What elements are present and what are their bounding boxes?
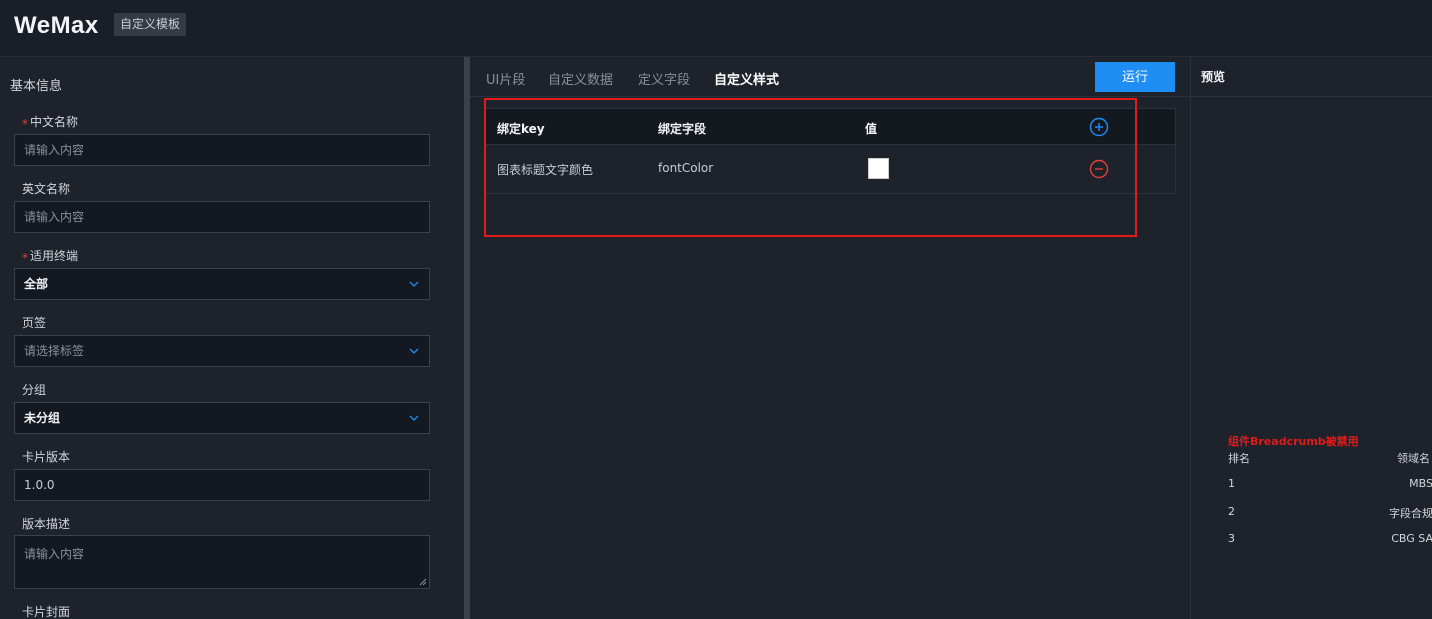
page-tag-label: 页签 [22, 316, 47, 330]
table-row: 图表标题文字颜色 fontColor [484, 145, 1176, 194]
remove-circle-icon[interactable] [1089, 159, 1109, 179]
preview-title: 预览 [1201, 70, 1226, 84]
desc-textarea[interactable]: 请输入内容 [14, 535, 430, 589]
cn-name-label: * 中文名称 [22, 115, 79, 131]
chevron-down-icon [409, 415, 419, 421]
tab-define-fields[interactable]: 定义字段 [638, 69, 690, 88]
version-input[interactable]: 1.0.0 [14, 469, 430, 501]
group-select[interactable]: 未分组 [14, 402, 430, 434]
tab-custom-data[interactable]: 自定义数据 [548, 69, 613, 88]
style-table: 绑定key 绑定字段 值 图表标题文字颜色 fontColor [484, 108, 1176, 194]
run-button[interactable]: 运行 [1095, 62, 1175, 92]
preview-rank: 1 [1228, 477, 1235, 490]
version-label: 卡片版本 [22, 450, 71, 464]
col-bind-key: 绑定key [497, 122, 545, 136]
required-mark: * [22, 251, 28, 265]
add-circle-icon[interactable] [1089, 117, 1109, 137]
required-mark: * [22, 117, 28, 131]
section-title: 基本信息 [10, 79, 63, 94]
group-label: 分组 [22, 383, 47, 397]
en-name-input[interactable]: 请输入内容 [14, 201, 430, 233]
preview-rank: 3 [1228, 532, 1235, 545]
tab-ui-fragment[interactable]: UI片段 [486, 69, 525, 88]
editor-panel: UI片段 自定义数据 定义字段 自定义样式 运行 绑定key 绑定字段 值 图表… [470, 57, 1190, 619]
table-header: 绑定key 绑定字段 值 [484, 108, 1176, 145]
cover-label: 卡片封面 [22, 605, 71, 619]
preview-rank: 2 [1228, 505, 1235, 518]
top-bar: WeMax 自定义模板 [0, 0, 1432, 57]
terminal-label: * 适用终端 [22, 249, 79, 265]
col-bind-field: 绑定字段 [658, 122, 707, 136]
chevron-down-icon [409, 281, 419, 287]
preview-panel: 预览 组件Breadcrumb被禁用 排名 领域名 1 MBS 2 字段合规 3… [1190, 57, 1432, 619]
error-message: 组件Breadcrumb被禁用 [1228, 435, 1359, 448]
template-tag: 自定义模板 [114, 13, 187, 36]
preview-header: 预览 [1191, 57, 1432, 97]
page-tag-select[interactable]: 请选择标签 [14, 335, 430, 367]
tab-custom-style[interactable]: 自定义样式 [714, 69, 779, 88]
row-field: fontColor [658, 161, 714, 175]
en-name-label: 英文名称 [22, 182, 71, 196]
col-value: 值 [865, 122, 878, 136]
basic-info-panel: 基本信息 * 中文名称 请输入内容 英文名称 请输入内容 * 适用终端 全部 页签 … [0, 57, 464, 619]
cn-name-input[interactable]: 请输入内容 [14, 134, 430, 166]
preview-domain: CBG SA [1391, 532, 1432, 545]
row-key: 图表标题文字颜色 [497, 163, 594, 177]
resize-handle-icon[interactable] [419, 578, 427, 586]
chevron-down-icon [409, 348, 419, 354]
logo: WeMax [14, 12, 99, 39]
preview-domain: 字段合规 [1389, 507, 1432, 520]
color-swatch[interactable] [868, 158, 889, 179]
desc-label: 版本描述 [22, 517, 71, 531]
preview-col-rank: 排名 [1228, 452, 1250, 465]
preview-domain: MBS [1409, 477, 1432, 490]
editor-tabs: UI片段 自定义数据 定义字段 自定义样式 运行 [470, 57, 1190, 97]
terminal-select[interactable]: 全部 [14, 268, 430, 300]
preview-col-domain: 领域名 [1397, 452, 1430, 465]
